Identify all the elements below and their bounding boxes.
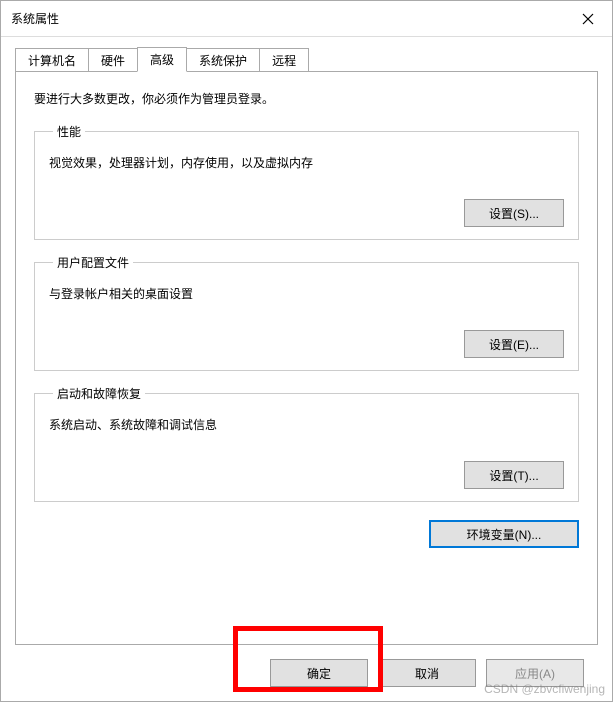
tab-system-protection[interactable]: 系统保护 bbox=[186, 48, 260, 71]
startup-recovery-legend: 启动和故障恢复 bbox=[53, 385, 145, 402]
advanced-tab-panel: 要进行大多数更改，你必须作为管理员登录。 性能 视觉效果，处理器计划，内存使用，… bbox=[15, 71, 598, 645]
performance-desc: 视觉效果，处理器计划，内存使用，以及虚拟内存 bbox=[49, 154, 564, 171]
tab-advanced[interactable]: 高级 bbox=[137, 47, 187, 72]
performance-legend: 性能 bbox=[53, 123, 85, 140]
startup-recovery-group: 启动和故障恢复 系统启动、系统故障和调试信息 设置(T)... bbox=[34, 385, 579, 502]
apply-button[interactable]: 应用(A) bbox=[486, 659, 584, 687]
cancel-button[interactable]: 取消 bbox=[378, 659, 476, 687]
admin-notice: 要进行大多数更改，你必须作为管理员登录。 bbox=[34, 90, 579, 107]
close-icon bbox=[582, 13, 594, 25]
startup-recovery-desc: 系统启动、系统故障和调试信息 bbox=[49, 416, 564, 433]
user-profiles-group: 用户配置文件 与登录帐户相关的桌面设置 设置(E)... bbox=[34, 254, 579, 371]
performance-settings-button[interactable]: 设置(S)... bbox=[464, 199, 564, 227]
close-button[interactable] bbox=[564, 1, 612, 37]
system-properties-dialog: 系统属性 计算机名 硬件 高级 系统保护 远程 要进行大多数更改，你必须作为管理… bbox=[0, 0, 613, 702]
tabstrip: 计算机名 硬件 高级 系统保护 远程 bbox=[15, 47, 598, 71]
dialog-footer: 确定 取消 应用(A) bbox=[15, 645, 598, 701]
tab-hardware[interactable]: 硬件 bbox=[88, 48, 138, 71]
ok-button[interactable]: 确定 bbox=[270, 659, 368, 687]
startup-recovery-settings-button[interactable]: 设置(T)... bbox=[464, 461, 564, 489]
user-profiles-legend: 用户配置文件 bbox=[53, 254, 133, 271]
user-profiles-desc: 与登录帐户相关的桌面设置 bbox=[49, 285, 564, 302]
dialog-content: 计算机名 硬件 高级 系统保护 远程 要进行大多数更改，你必须作为管理员登录。 … bbox=[1, 37, 612, 701]
titlebar: 系统属性 bbox=[1, 1, 612, 37]
tab-computer-name[interactable]: 计算机名 bbox=[15, 48, 89, 71]
environment-variables-button[interactable]: 环境变量(N)... bbox=[429, 520, 579, 548]
user-profiles-settings-button[interactable]: 设置(E)... bbox=[464, 330, 564, 358]
performance-group: 性能 视觉效果，处理器计划，内存使用，以及虚拟内存 设置(S)... bbox=[34, 123, 579, 240]
window-title: 系统属性 bbox=[11, 10, 564, 27]
tab-remote[interactable]: 远程 bbox=[259, 48, 309, 71]
